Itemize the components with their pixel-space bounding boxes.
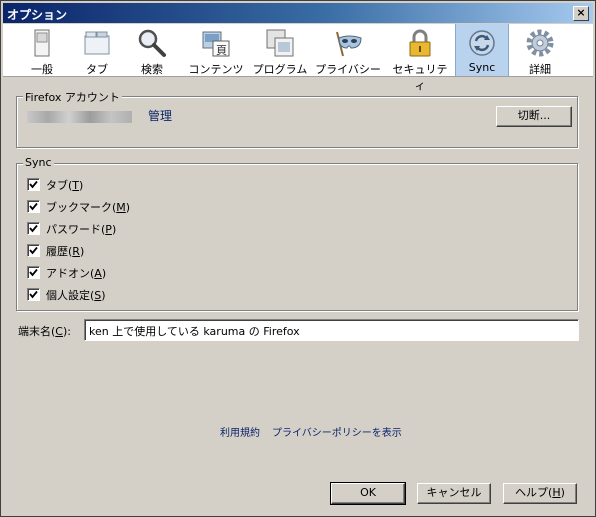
tab-label: 検索 bbox=[141, 63, 163, 76]
tab-security[interactable]: セキュリティ bbox=[389, 24, 451, 92]
manage-account-link[interactable]: 管理 bbox=[148, 107, 172, 124]
tab-label: セキュリティ bbox=[392, 63, 448, 92]
button-label: キャンセル bbox=[426, 486, 482, 499]
tab-advanced[interactable]: 詳細 bbox=[515, 24, 565, 76]
sync-icon bbox=[469, 30, 495, 56]
checkmark-icon bbox=[29, 246, 38, 255]
privacy-policy-link[interactable]: プライバシーポリシーを表示 bbox=[272, 424, 402, 439]
checkbox[interactable] bbox=[27, 222, 40, 235]
checkbox-label: 履歴(R) bbox=[46, 245, 85, 258]
close-icon: × bbox=[576, 6, 586, 19]
tab-applications[interactable]: プログラム bbox=[249, 24, 311, 76]
device-name-label: 端末名(C): bbox=[18, 325, 71, 338]
checkbox[interactable] bbox=[27, 200, 40, 213]
button-label: 切断... bbox=[517, 109, 551, 122]
checkbox[interactable] bbox=[27, 178, 40, 191]
checkmark-icon bbox=[29, 290, 38, 299]
advanced-gear-icon bbox=[526, 29, 554, 57]
checkmark-icon bbox=[29, 180, 38, 189]
button-label: ヘルプ(H) bbox=[515, 486, 565, 499]
title-bar: オプション × bbox=[3, 3, 593, 23]
tab-label: タブ bbox=[86, 63, 108, 76]
privacy-mask-icon bbox=[336, 31, 362, 57]
checkbox-label: 個人設定(S) bbox=[46, 289, 106, 302]
checkbox-label: ブックマーク(M) bbox=[46, 201, 131, 214]
options-window: オプション × 一般 タブ 検索 頁 コンテンツ プログラム プライバシー セキ… bbox=[0, 0, 596, 517]
preferences-toolbar: 一般 タブ 検索 頁 コンテンツ プログラム プライバシー セキュリティ Syn… bbox=[3, 24, 593, 92]
account-email-redacted bbox=[27, 111, 132, 123]
terms-of-service-link[interactable]: 利用規約 bbox=[220, 424, 260, 439]
tab-general[interactable]: 一般 bbox=[17, 24, 67, 76]
tab-label: コンテンツ bbox=[188, 63, 244, 76]
svg-text:頁: 頁 bbox=[216, 44, 227, 57]
checkmark-icon bbox=[29, 224, 38, 233]
firefox-account-group: Firefox アカウント 管理 切断... bbox=[16, 89, 578, 148]
checkbox-label: タブ(T) bbox=[46, 179, 84, 192]
tab-label: プライバシー bbox=[315, 63, 381, 76]
security-lock-icon bbox=[409, 29, 431, 57]
device-name-input[interactable]: ken 上で使用している karuma の Firefox bbox=[84, 319, 579, 341]
tab-label: Sync bbox=[468, 61, 496, 74]
checkbox-label: アドオン(A) bbox=[46, 267, 107, 280]
checkbox-label: パスワード(P) bbox=[46, 223, 117, 236]
tab-content[interactable]: 頁 コンテンツ bbox=[187, 24, 245, 76]
device-name-value: ken 上で使用している karuma の Firefox bbox=[89, 325, 300, 338]
checkbox[interactable] bbox=[27, 266, 40, 279]
help-button[interactable]: ヘルプ(H) bbox=[503, 483, 577, 504]
group-legend: Firefox アカウント bbox=[23, 89, 122, 105]
button-label: OK bbox=[360, 486, 376, 499]
window-title: オプション bbox=[7, 8, 68, 22]
group-legend: Sync bbox=[23, 156, 54, 169]
tab-search[interactable]: 検索 bbox=[127, 24, 177, 76]
checkmark-icon bbox=[29, 202, 38, 211]
cancel-button[interactable]: キャンセル bbox=[417, 483, 491, 504]
disconnect-button[interactable]: 切断... bbox=[496, 106, 572, 127]
content-icon: 頁 bbox=[202, 31, 230, 57]
checkbox[interactable] bbox=[27, 244, 40, 257]
checkbox[interactable] bbox=[27, 288, 40, 301]
close-button[interactable]: × bbox=[573, 6, 589, 21]
checkmark-icon bbox=[29, 268, 38, 277]
tab-privacy[interactable]: プライバシー bbox=[315, 24, 381, 76]
tab-sync[interactable]: Sync bbox=[455, 24, 509, 76]
ok-button[interactable]: OK bbox=[330, 482, 406, 505]
tab-label: 一般 bbox=[31, 63, 53, 76]
sync-options-group: Sync タブ(T) ブックマーク(M) パスワード(P) 履歴(R) アドオン… bbox=[16, 156, 578, 311]
search-icon bbox=[138, 29, 166, 57]
tab-label: プログラム bbox=[252, 63, 308, 76]
applications-icon bbox=[266, 29, 294, 57]
general-icon bbox=[34, 29, 50, 57]
tabs-icon bbox=[84, 31, 110, 55]
tab-tabs[interactable]: タブ bbox=[72, 24, 122, 76]
tab-label: 詳細 bbox=[529, 63, 551, 76]
